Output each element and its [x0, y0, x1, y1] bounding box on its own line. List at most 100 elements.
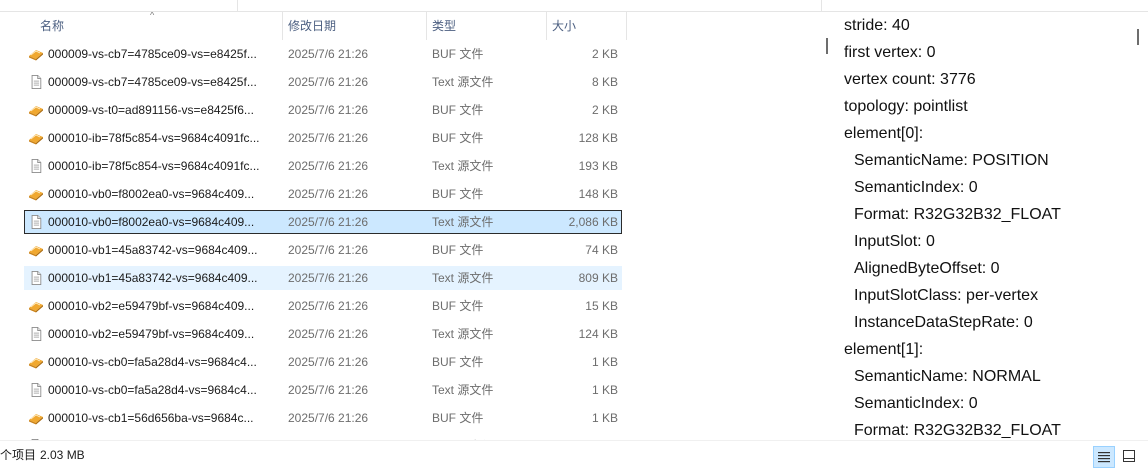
file-row[interactable]: 000010-vs-cb0=fa5a28d4-vs=9684c4... 2025/… — [24, 350, 622, 374]
preview-line: first vertex: 0 — [844, 44, 936, 61]
preview-line: stride: 40 — [844, 17, 910, 34]
file-row[interactable]: 000010-vb2=e59479bf-vs=9684c409... 2025/7… — [24, 294, 622, 318]
preview-line: vertex count: 3776 — [844, 71, 976, 88]
file-size: 2 KB — [591, 103, 618, 117]
file-size: 2 KB — [591, 47, 618, 61]
text-file-icon — [28, 215, 44, 229]
large-icons-view-button[interactable] — [1119, 446, 1141, 468]
file-size: 809 KB — [578, 271, 618, 285]
column-header-name[interactable]: 名称 — [34, 12, 282, 40]
preview-line: InputSlot: 0 — [854, 233, 935, 250]
file-name: 000009-vs-t0=ad891156-vs=e8425f6... — [48, 103, 254, 117]
file-type: Text 源文件 — [432, 383, 494, 397]
file-type: BUF 文件 — [432, 131, 484, 145]
preview-line: InstanceDataStepRate: 0 — [854, 314, 1033, 331]
file-size: 15 KB — [585, 299, 618, 313]
details-view-button[interactable] — [1093, 446, 1115, 468]
preview-line: element[0]: — [844, 125, 924, 142]
preview-line: element[1]: — [844, 341, 924, 358]
file-type: Text 源文件 — [432, 215, 494, 229]
file-name: 000010-vb1=45a83742-vs=9684c409... — [48, 243, 258, 257]
file-row[interactable]: 000010-vb2=e59479bf-vs=9684c409... 2025/7… — [24, 322, 622, 346]
preview-scrollbar[interactable] — [1130, 12, 1148, 440]
file-list-pane: 名称 ^ 修改日期 类型 大小 000009-vs-cb7=4785ce09-v… — [0, 12, 822, 440]
buf-file-icon — [28, 299, 44, 313]
file-row[interactable]: 000009-vs-cb7=4785ce09-vs=e8425f... 2025/… — [24, 70, 622, 94]
file-date: 2025/7/6 21:26 — [288, 243, 369, 257]
preview-line: AlignedByteOffset: 0 — [854, 260, 1000, 277]
file-row[interactable]: 000010-vb1=45a83742-vs=9684c409... 2025/7… — [24, 266, 622, 290]
file-type: BUF 文件 — [432, 187, 484, 201]
file-date: 2025/7/6 21:26 — [288, 327, 369, 341]
file-type: Text 源文件 — [432, 159, 494, 173]
buf-file-icon — [28, 243, 44, 257]
preview-line: SemanticIndex: 0 — [854, 179, 978, 196]
preview-line: Format: R32G32B32_FLOAT — [854, 206, 1061, 223]
text-file-icon — [28, 327, 44, 341]
preview-line: InputSlotClass: per-vertex — [854, 287, 1039, 304]
file-date: 2025/7/6 21:26 — [288, 131, 369, 145]
file-size: 1 KB — [591, 355, 618, 369]
file-date: 2025/7/6 21:26 — [288, 411, 369, 425]
file-type: BUF 文件 — [432, 355, 484, 369]
preview-line: SemanticName: NORMAL — [854, 368, 1041, 385]
item-count-text: 个项目 — [0, 448, 37, 462]
file-name: 000010-vs-cb0=fa5a28d4-vs=9684c4... — [48, 355, 257, 369]
column-header-row: 名称 ^ 修改日期 类型 大小 — [0, 12, 630, 40]
splitter-grip[interactable] — [826, 38, 828, 54]
top-toolbar-strip — [0, 0, 1148, 12]
file-row[interactable]: 000010-vb1=45a83742-vs=9684c409... 2025/7… — [24, 238, 622, 262]
selected-size-text: 2.03 MB — [40, 448, 85, 462]
file-type: Text 源文件 — [432, 271, 494, 285]
file-name: 000010-vb0=f8002ea0-vs=9684c409... — [48, 187, 255, 201]
scrollbar-thumb[interactable] — [1137, 29, 1139, 45]
file-name: 000009-vs-cb7=4785ce09-vs=e8425f... — [48, 75, 257, 89]
file-type: BUF 文件 — [432, 411, 484, 425]
preview-line: topology: pointlist — [844, 98, 968, 115]
file-date: 2025/7/6 21:26 — [288, 215, 369, 229]
file-date: 2025/7/6 21:26 — [288, 187, 369, 201]
file-size: 193 KB — [578, 159, 618, 173]
file-row[interactable]: 000010-vs-cb1=56d656ba-vs=9684c... 2025/7… — [24, 406, 622, 430]
file-date: 2025/7/6 21:26 — [288, 271, 369, 285]
file-row[interactable]: 000010-vb0=f8002ea0-vs=9684c409... 2025/7… — [24, 210, 622, 234]
file-name: 000010-ib=78f5c854-vs=9684c4091fc... — [48, 159, 260, 173]
file-size: 1 KB — [591, 411, 618, 425]
status-bar: 个项目 2.03 MB — [0, 440, 1148, 469]
column-divider[interactable] — [626, 12, 627, 40]
file-name: 000010-vs-cb1=56d656ba-vs=9684c... — [48, 411, 254, 425]
buf-file-icon — [28, 411, 44, 425]
file-row[interactable]: 000010-vb0=f8002ea0-vs=9684c409... 2025/7… — [24, 182, 622, 206]
file-size: 124 KB — [578, 327, 618, 341]
text-file-icon — [28, 159, 44, 173]
text-file-icon — [28, 271, 44, 285]
file-row[interactable]: 000010-ib=78f5c854-vs=9684c4091fc... 2025… — [24, 154, 622, 178]
toolbar-segment — [238, 0, 822, 11]
file-type: Text 源文件 — [432, 75, 494, 89]
file-date: 2025/7/6 21:26 — [288, 47, 369, 61]
file-name: 000010-vb2=e59479bf-vs=9684c409... — [48, 299, 255, 313]
file-row[interactable]: 000009-vs-t0=ad891156-vs=e8425f6... 2025/… — [24, 98, 622, 122]
file-row[interactable]: 000009-vs-cb7=4785ce09-vs=e8425f... 2025/… — [24, 42, 622, 66]
large-icons-view-icon — [1123, 450, 1135, 462]
column-header-type[interactable]: 类型 — [426, 12, 546, 40]
file-date: 2025/7/6 21:26 — [288, 159, 369, 173]
preview-line: Format: R32G32B32_FLOAT — [854, 422, 1061, 439]
file-date: 2025/7/6 21:26 — [288, 103, 369, 117]
buf-file-icon — [28, 103, 44, 117]
file-name: 000010-ib=78f5c854-vs=9684c4091fc... — [48, 131, 260, 145]
toolbar-segment — [0, 0, 238, 11]
file-row[interactable]: 000010-ib=78f5c854-vs=9684c4091fc... 2025… — [24, 126, 622, 150]
file-type: BUF 文件 — [432, 47, 484, 61]
file-row[interactable]: 000010-vs-cb0=fa5a28d4-vs=9684c4... 2025/… — [24, 378, 622, 402]
text-file-icon — [28, 383, 44, 397]
buf-file-icon — [28, 187, 44, 201]
buf-file-icon — [28, 355, 44, 369]
preview-splitter[interactable] — [822, 12, 832, 440]
file-size: 128 KB — [578, 131, 618, 145]
column-header-size[interactable]: 大小 — [546, 12, 626, 40]
column-header-date[interactable]: 修改日期 — [282, 12, 426, 40]
file-type: BUF 文件 — [432, 103, 484, 117]
details-view-icon — [1098, 452, 1110, 463]
preview-line: SemanticIndex: 0 — [854, 395, 978, 412]
